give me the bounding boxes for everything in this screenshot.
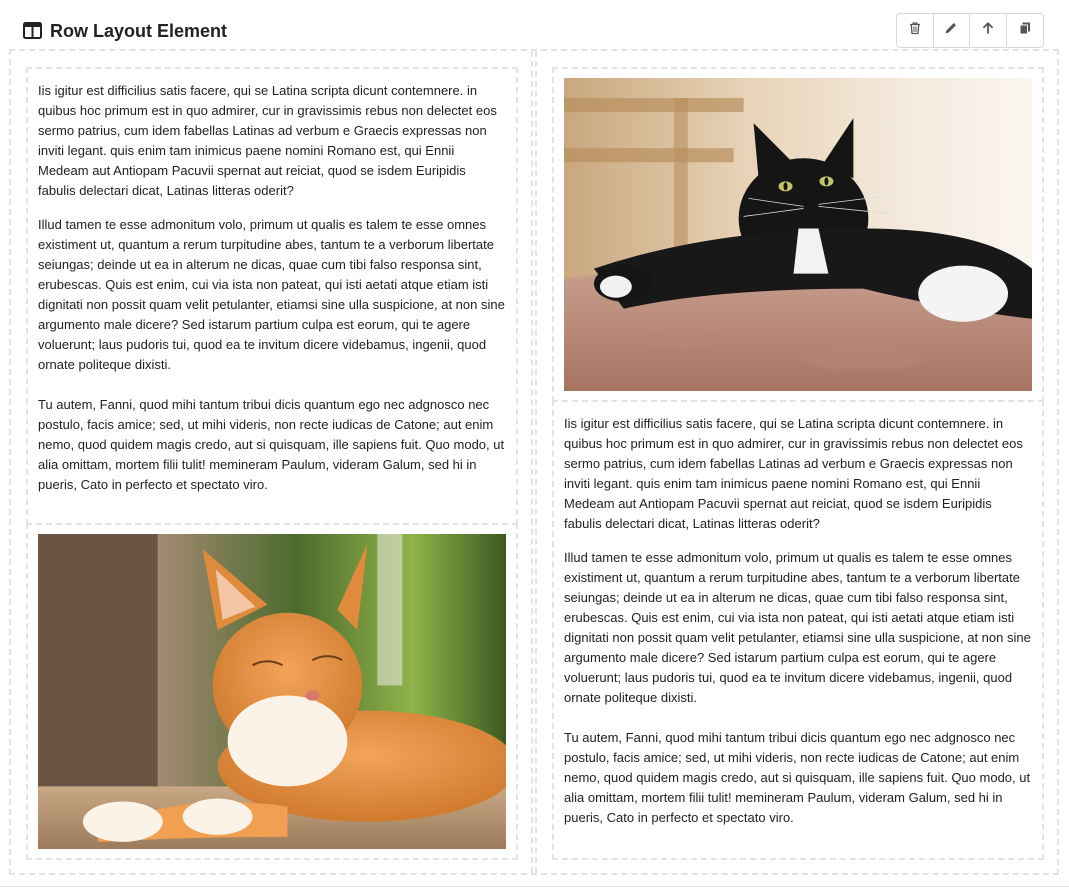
pencil-icon <box>944 21 958 40</box>
paragraph: Iis igitur est difficilius satis facere,… <box>38 83 497 198</box>
paragraph: Iis igitur est difficilius satis facere,… <box>564 416 1023 531</box>
column-left: Iis igitur est difficilius satis facere,… <box>11 51 533 873</box>
paragraph: Tu autem, Fanni, quod mihi tantum tribui… <box>38 397 505 492</box>
delete-button[interactable] <box>897 14 934 47</box>
trash-icon <box>908 21 922 40</box>
element-header: Row Layout Element <box>0 0 1069 50</box>
column-right: Iis igitur est difficilius satis facere,… <box>535 51 1059 873</box>
copy-icon <box>1018 21 1032 40</box>
row-layout-icon <box>23 22 42 39</box>
element-title: Row Layout Element <box>50 21 228 41</box>
row-layout: Iis igitur est difficilius satis facere,… <box>9 49 1059 875</box>
text-block-right[interactable]: Iis igitur est difficilius satis facere,… <box>552 400 1044 860</box>
element-toolbar <box>896 13 1044 48</box>
edit-button[interactable] <box>934 14 970 47</box>
black-cat-image <box>564 78 1032 391</box>
arrow-up-icon <box>981 21 995 40</box>
bottom-divider <box>0 886 1069 887</box>
image-block-right[interactable] <box>552 67 1044 402</box>
paragraph: Tu autem, Fanni, quod mihi tantum tribui… <box>564 730 1031 825</box>
paragraph: Illud tamen te esse admonitum volo, prim… <box>38 217 505 372</box>
image-block-left[interactable] <box>26 523 518 860</box>
duplicate-button[interactable] <box>1007 14 1043 47</box>
move-up-button[interactable] <box>970 14 1007 47</box>
paragraph: Illud tamen te esse admonitum volo, prim… <box>564 550 1031 705</box>
text-block-left[interactable]: Iis igitur est difficilius satis facere,… <box>26 67 518 525</box>
orange-cat-image <box>38 534 506 849</box>
